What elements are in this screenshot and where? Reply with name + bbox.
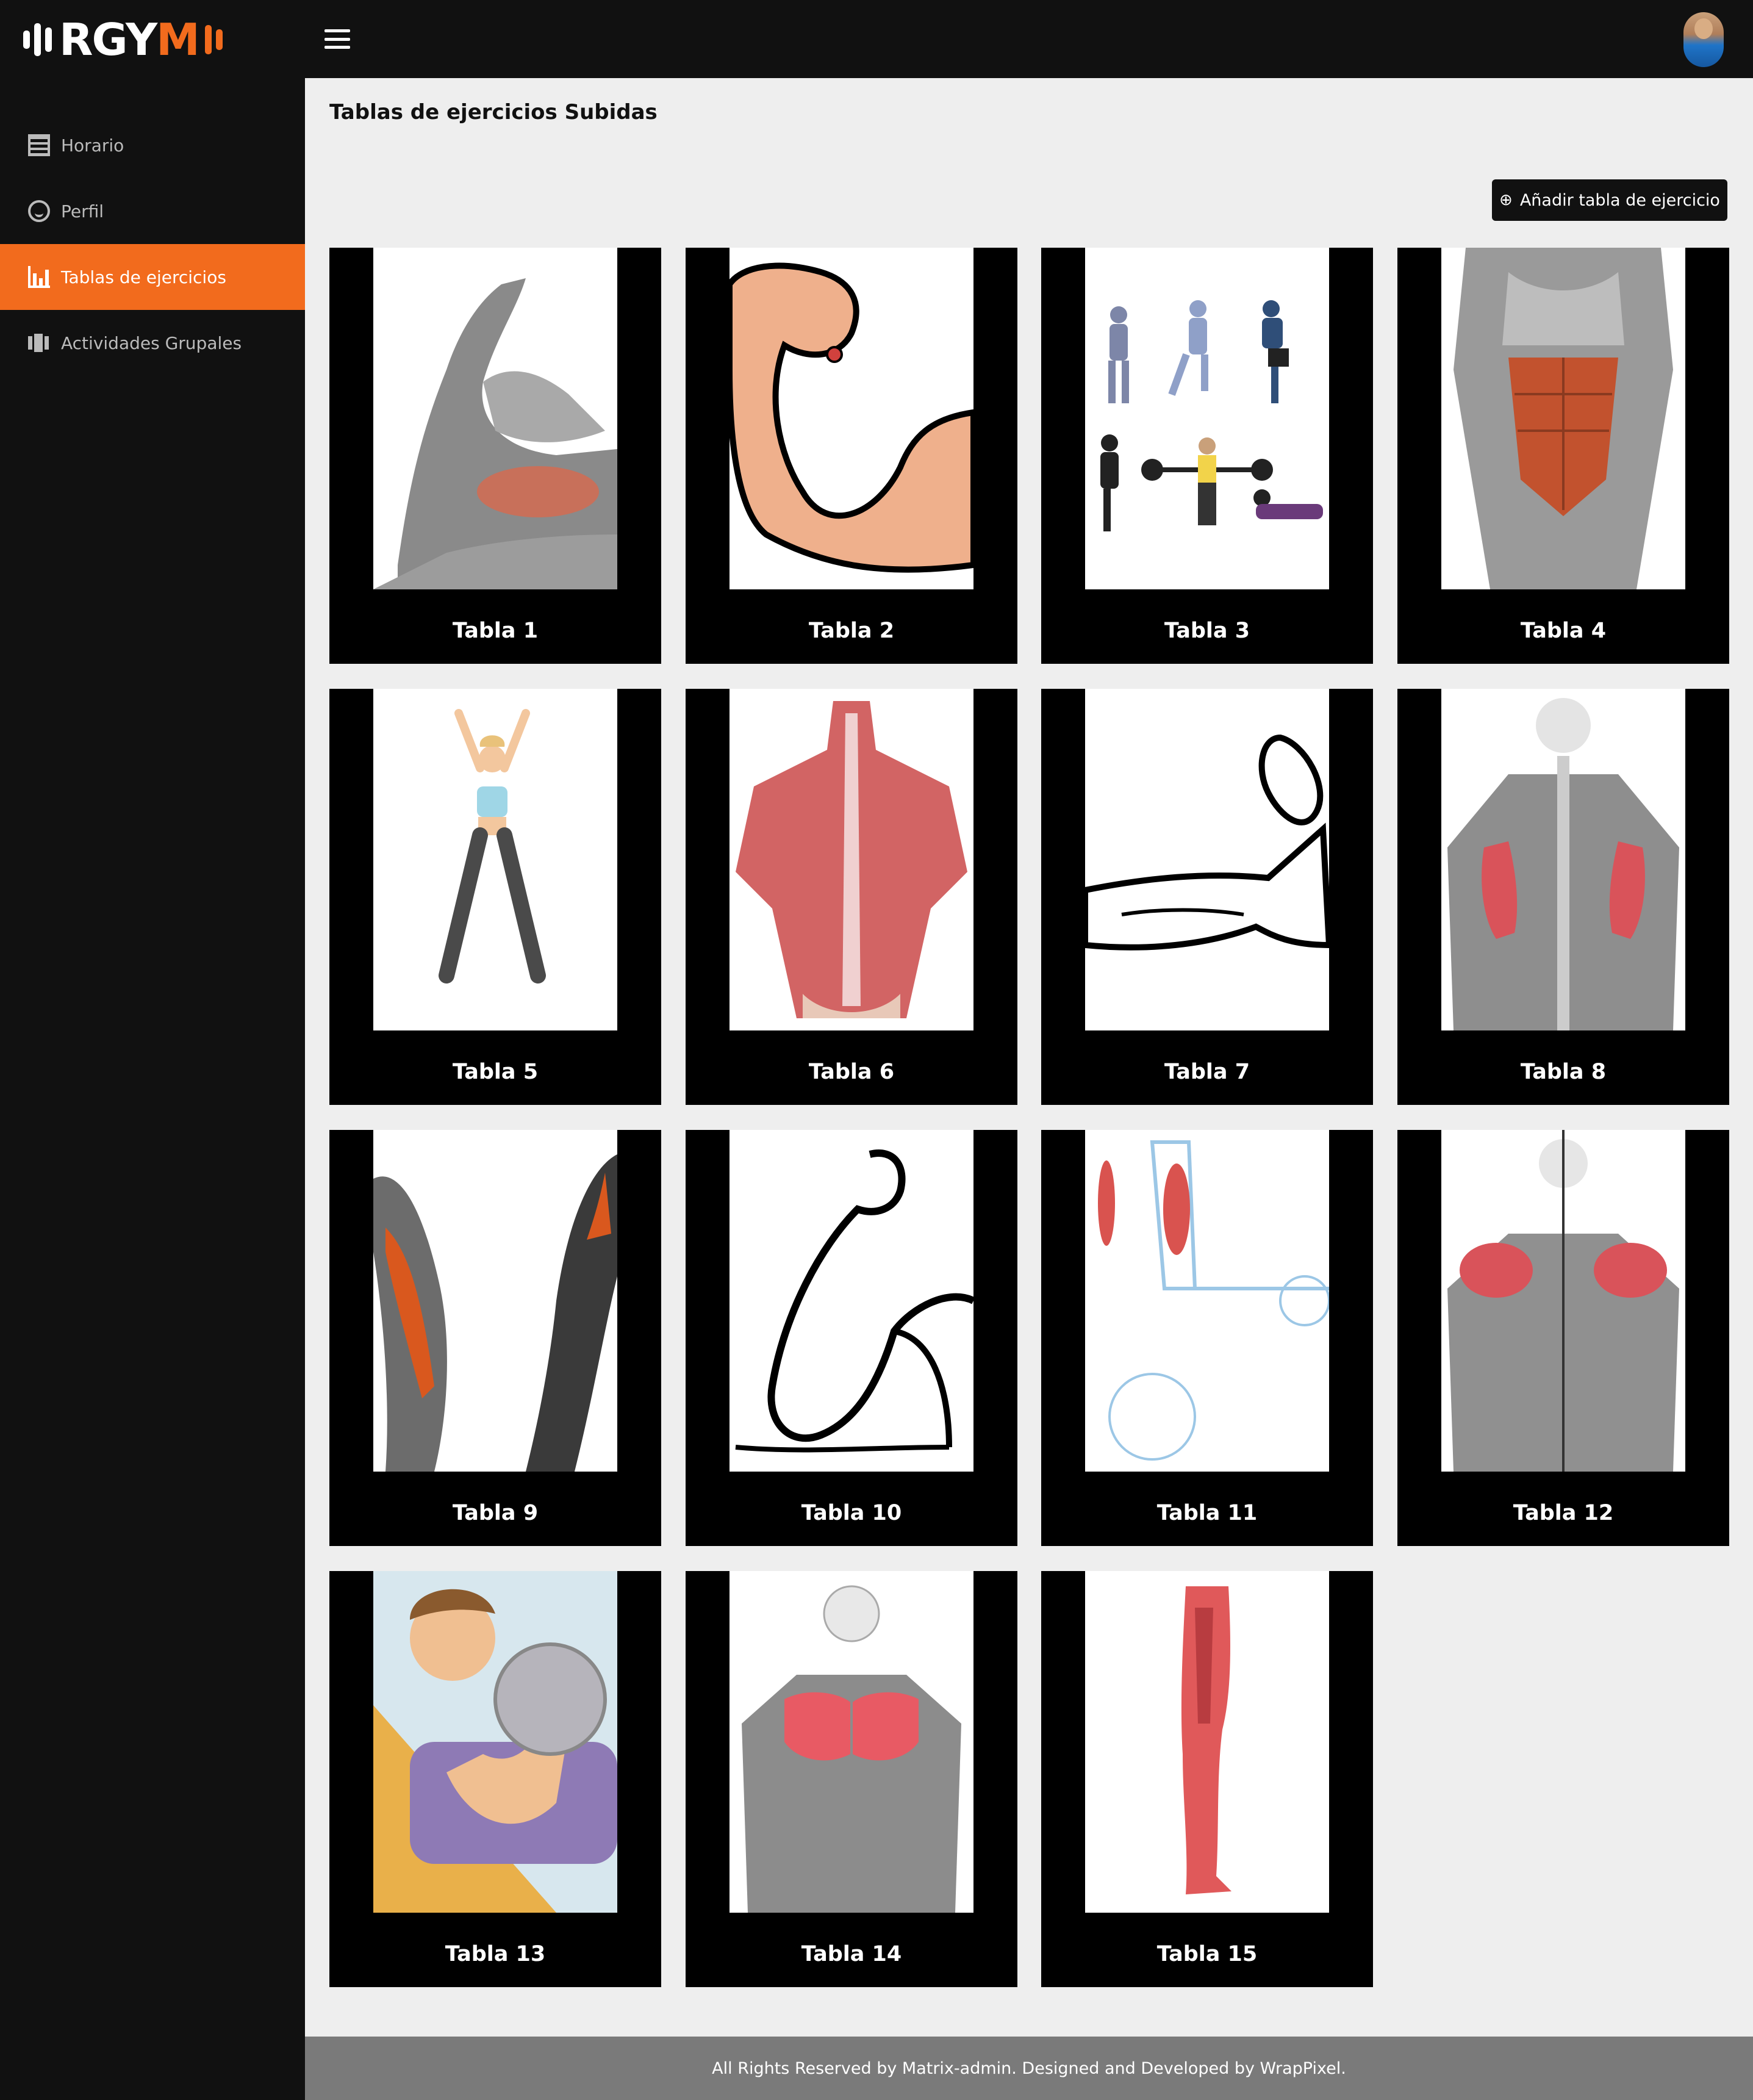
exercise-card-2[interactable]: Tabla 2: [686, 248, 1017, 664]
exercise-card-8[interactable]: Tabla 8: [1397, 689, 1729, 1105]
card-title: Tabla 2: [808, 619, 895, 643]
sidebar-item-horario[interactable]: Horario: [0, 112, 305, 178]
card-title: Tabla 6: [808, 1060, 895, 1084]
sidebar-item-label: Horario: [61, 135, 124, 156]
logo[interactable]: RGYM: [23, 16, 249, 63]
exercise-card-6[interactable]: Tabla 6: [686, 689, 1017, 1105]
exercise-card-14[interactable]: Tabla 14: [686, 1571, 1017, 1987]
page-title: Tablas de ejercicios Subidas: [329, 100, 658, 124]
group-icon: [28, 332, 50, 354]
footer: All Rights Reserved by Matrix-admin. Des…: [305, 2037, 1753, 2100]
card-image-deltoids: [1441, 1130, 1685, 1472]
exercise-card-3[interactable]: Tabla 3: [1041, 248, 1373, 664]
card-image-forearms: [373, 1130, 617, 1472]
card-title: Tabla 7: [1164, 1060, 1250, 1084]
card-title: Tabla 8: [1520, 1060, 1607, 1084]
calendar-icon: [28, 134, 50, 156]
card-title: Tabla 3: [1164, 619, 1250, 643]
exercise-card-10[interactable]: Tabla 10: [686, 1130, 1017, 1546]
exercise-card-1[interactable]: Tabla 1: [329, 248, 661, 664]
bar-chart-icon: [28, 266, 50, 288]
card-title: Tabla 1: [452, 619, 539, 643]
card-title: Tabla 12: [1513, 1501, 1614, 1525]
exercise-card-15[interactable]: Tabla 15: [1041, 1571, 1373, 1987]
footer-text: All Rights Reserved by Matrix-admin. Des…: [712, 2059, 1346, 2078]
card-image-flex: [730, 248, 973, 589]
card-image-flex-lineart: [730, 1130, 973, 1472]
card-title: Tabla 10: [801, 1501, 902, 1525]
sidebar-item-label: Tablas de ejercicios: [61, 267, 226, 287]
card-title: Tabla 4: [1520, 619, 1607, 643]
card-title: Tabla 5: [452, 1060, 539, 1084]
sidebar-item-perfil[interactable]: Perfil: [0, 178, 305, 244]
card-image-lineart: [1085, 689, 1329, 1030]
card-title: Tabla 14: [801, 1942, 902, 1966]
exercise-card-4[interactable]: Tabla 4: [1397, 248, 1729, 664]
card-image-pectorals: [730, 1571, 973, 1913]
sidebar-item-actividades[interactable]: Actividades Grupales: [0, 310, 305, 376]
user-avatar[interactable]: [1683, 12, 1724, 67]
card-title: Tabla 9: [452, 1501, 539, 1525]
exercise-card-13[interactable]: Tabla 13: [329, 1571, 661, 1987]
sidebar-item-tablas[interactable]: Tablas de ejercicios: [0, 244, 305, 310]
logo-bars-right: [204, 25, 223, 54]
card-image-abs: [1441, 248, 1685, 589]
sidebar: Horario Perfil Tablas de ejercicios Acti…: [0, 78, 305, 2100]
exercise-card-12[interactable]: Tabla 12: [1397, 1130, 1729, 1546]
add-table-label: Añadir tabla de ejercicio: [1519, 190, 1720, 210]
card-image-curl: [373, 1571, 617, 1913]
card-title: Tabla 15: [1156, 1942, 1258, 1966]
card-image-biceps-diagram: [1085, 1130, 1329, 1472]
exercise-card-5[interactable]: Tabla 5: [329, 689, 661, 1105]
sidebar-item-label: Perfil: [61, 201, 104, 221]
logo-bars-left: [23, 23, 52, 56]
card-image-people: [1085, 248, 1329, 589]
card-image-leg: [1085, 1571, 1329, 1913]
logo-text: RGYM: [59, 14, 200, 65]
card-image-triceps: [1441, 689, 1685, 1030]
exercise-card-7[interactable]: Tabla 7: [1041, 689, 1373, 1105]
smile-icon: [28, 200, 50, 222]
add-table-button[interactable]: ⊕ Añadir tabla de ejercicio: [1492, 179, 1727, 221]
card-image-arm: [373, 248, 617, 589]
card-image-back: [730, 689, 973, 1030]
hamburger-icon[interactable]: [324, 29, 350, 49]
card-title: Tabla 11: [1156, 1501, 1258, 1525]
exercise-card-11[interactable]: Tabla 11: [1041, 1130, 1373, 1546]
card-title: Tabla 13: [445, 1942, 546, 1966]
plus-circle-icon: ⊕: [1499, 191, 1513, 209]
exercise-card-9[interactable]: Tabla 9: [329, 1130, 661, 1546]
top-bar: RGYM: [0, 0, 1753, 78]
card-image-jumping: [373, 689, 617, 1030]
sidebar-item-label: Actividades Grupales: [61, 333, 242, 353]
